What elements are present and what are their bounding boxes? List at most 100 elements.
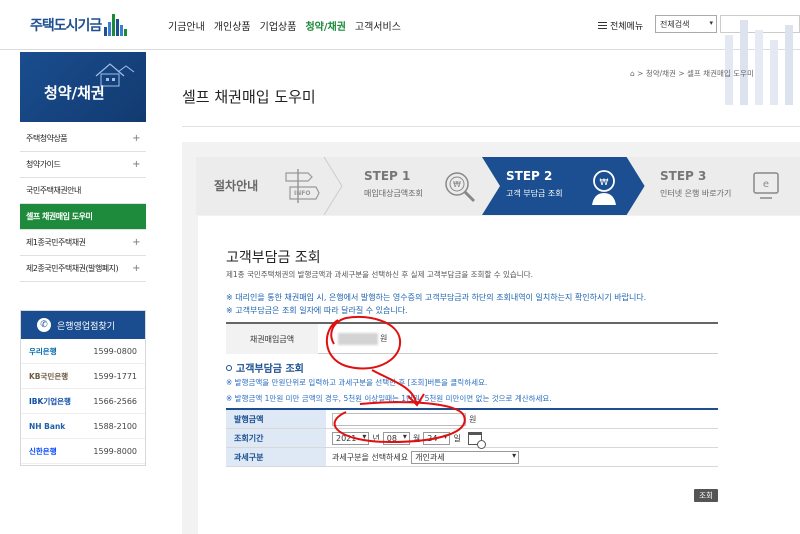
issue-amount-input[interactable] — [332, 412, 466, 426]
step-intro: 절차안내 INFO — [196, 157, 324, 215]
bank-phone: 1599-1771 — [93, 371, 137, 381]
notice-proxy: ※ 대리인을 통한 채권매입 시, 은행에서 발행하는 영수증의 고객부담금과 … — [226, 293, 647, 302]
sidebar-item-label: 제1종국민주택채권 — [26, 238, 86, 247]
step-1-title: STEP 1 — [364, 169, 411, 183]
year-select[interactable]: 2021 — [332, 431, 370, 445]
step-3-subtitle: 인터넷 은행 바로가기 — [660, 189, 732, 198]
step-1[interactable]: STEP 1 매입대상금액조회 ₩ — [346, 157, 482, 215]
nav-customer-service[interactable]: 고객서비스 — [355, 18, 401, 33]
issue-amount-unit: 원 — [469, 414, 477, 424]
internet-browser-icon: e — [753, 172, 779, 199]
svg-text:₩: ₩ — [600, 178, 609, 188]
bank-branch-finder: ✆ 은행영업점찾기 우리은행 1599-0800 KB국민은행 1599-177… — [20, 310, 146, 466]
day-unit: 일 — [453, 433, 461, 443]
breadcrumb[interactable]: ⌂ > 청약/채권 > 셀프 채권매입 도우미 — [630, 68, 754, 79]
plus-icon: + — [132, 263, 140, 274]
bank-name: IBK기업은행 — [29, 396, 71, 406]
period-label: 조회기간 — [226, 429, 326, 447]
bank-row-woori[interactable]: 우리은행 1599-0800 — [21, 339, 145, 364]
sidebar-item-type1-bond[interactable]: 제1종국민주택채권 + — [20, 230, 146, 256]
coin-magnifier-icon: ₩ — [445, 172, 476, 203]
nav-subscription-bonds[interactable]: 청약/채권 — [305, 18, 345, 33]
sidebar-item-self-bond-helper[interactable]: 셀프 채권매입 도우미 — [20, 204, 146, 230]
bank-row-shinhan[interactable]: 신한은행 1599-8000 — [21, 439, 145, 464]
section-description: 제1종 국민주택채권의 발행금액과 과세구분을 선택하신 후 실제 고객부담금을… — [226, 270, 533, 279]
bank-row-ibk[interactable]: IBK기업은행 1566-2566 — [21, 389, 145, 414]
all-menu-button[interactable]: 전체메뉴 — [598, 19, 643, 32]
bond-amount-value-blurred — [338, 333, 378, 345]
help-text-1: ※ 발행금액을 만원단위로 입력하고 과세구분을 선택한 후 [조회]버튼을 클… — [226, 378, 488, 387]
info-sign-text: INFO — [294, 190, 311, 197]
bank-name: NH Bank — [29, 421, 66, 431]
bank-finder-title: 은행영업점찾기 — [57, 321, 115, 332]
phone-icon: ✆ — [37, 318, 51, 332]
bond-amount-label: 채권매입금액 — [226, 324, 318, 354]
day-select[interactable]: 24 — [423, 431, 451, 445]
divider — [182, 126, 800, 127]
form-row-issue-amount: 발행금액 원 — [226, 410, 718, 429]
nav-fund-info[interactable]: 기금안내 — [168, 18, 205, 33]
decorative-grid-graphic — [725, 20, 793, 105]
tax-type-select[interactable]: 개인과세 — [411, 450, 520, 464]
bank-phone: 1599-0800 — [93, 346, 137, 356]
sidebar-item-bond-info[interactable]: 국민주택채권안내 — [20, 178, 146, 204]
subsection-title-text: 고객부담금 조회 — [236, 364, 304, 375]
bank-row-kb[interactable]: KB국민은행 1599-1771 — [21, 364, 145, 389]
all-menu-label: 전체메뉴 — [610, 22, 644, 32]
issue-amount-label: 발행금액 — [226, 410, 326, 428]
plus-icon: + — [132, 159, 140, 170]
sidebar-item-label: 셀프 채권매입 도우미 — [26, 212, 93, 221]
bond-amount-unit: 원 — [380, 334, 388, 343]
nav-corporate-products[interactable]: 기업상품 — [260, 18, 297, 33]
bank-row-nh[interactable]: NH Bank 1588-2100 — [21, 414, 145, 439]
bond-purchase-amount-box: 채권매입금액 원 — [226, 322, 718, 354]
site-logo[interactable]: 주택도시기금 — [30, 12, 128, 38]
bank-name: KB국민은행 — [29, 371, 69, 381]
year-unit: 년 — [372, 433, 380, 443]
step-2[interactable]: STEP 2 고객 부담금 조회 ₩ — [500, 157, 630, 215]
calendar-icon[interactable] — [467, 431, 486, 449]
bank-phone: 1599-8000 — [93, 446, 137, 456]
sidebar-item-label: 주택청약상품 — [26, 134, 68, 143]
form-row-period: 조회기간 2021 년 08 월 24 일 — [226, 429, 718, 449]
bank-phone: 1566-2566 — [93, 396, 137, 406]
sidebar-item-label: 제2종국민주택채권(발행폐지) — [26, 264, 119, 273]
step-navigation: 절차안내 INFO STEP 1 매입대상금액조회 ₩ STEP 2 고객 부담… — [196, 157, 800, 215]
bullet-icon — [226, 364, 232, 371]
issue-amount-cell: 원 — [326, 412, 477, 426]
sidebar-item-subscription-guide[interactable]: 청약가이드 + — [20, 152, 146, 178]
sidebar-header: 청약/채권 — [20, 52, 146, 122]
month-select[interactable]: 08 — [382, 431, 410, 445]
main-nav: 기금안내 개인상품 기업상품 청약/채권 고객서비스 — [168, 18, 401, 33]
signpost-icon — [285, 169, 320, 203]
bank-name: 우리은행 — [29, 346, 57, 356]
step-2-title: STEP 2 — [506, 169, 553, 183]
tax-type-label: 과세구분 — [226, 448, 326, 466]
subsection-title: 고객부담금 조회 — [226, 360, 304, 375]
tax-type-cell: 과세구분을 선택하세요 개인과세 — [326, 450, 520, 464]
period-cell: 2021 년 08 월 24 일 — [326, 431, 486, 449]
notice-date-dependency: ※ 고객부담금은 조회 일자에 따라 달라질 수 있습니다. — [226, 306, 408, 315]
step-2-subtitle: 고객 부담금 조회 — [506, 189, 563, 198]
month-unit: 월 — [412, 433, 421, 443]
step-1-subtitle: 매입대상금액조회 — [364, 189, 423, 198]
form-row-tax-type: 과세구분 과세구분을 선택하세요 개인과세 — [226, 448, 718, 467]
logo-text: 주택도시기금 — [30, 18, 102, 34]
nav-personal-products[interactable]: 개인상품 — [214, 18, 251, 33]
hamburger-icon — [598, 22, 607, 29]
sidebar-item-type2-bond[interactable]: 제2종국민주택채권(발행폐지) + — [20, 256, 146, 282]
svg-text:e: e — [763, 179, 769, 190]
help-text-2: ※ 발행금액 1만원 미만 금액의 경우, 5천원 이상일때는 1만원, 5천원… — [226, 394, 552, 403]
step-3-title: STEP 3 — [660, 169, 707, 183]
bank-finder-header[interactable]: ✆ 은행영업점찾기 — [21, 311, 145, 339]
sidebar-item-subscription-products[interactable]: 주택청약상품 + — [20, 126, 146, 152]
sidebar-title: 청약/채권 — [44, 84, 105, 102]
search-button[interactable]: 조회 — [694, 489, 718, 502]
bank-name: 신한은행 — [29, 446, 57, 456]
sidebar-item-label: 청약가이드 — [26, 160, 61, 169]
svg-text:₩: ₩ — [453, 180, 461, 189]
sidebar-menu: 주택청약상품 + 청약가이드 + 국민주택채권안내 셀프 채권매입 도우미 제1… — [20, 126, 146, 282]
bank-phone: 1588-2100 — [93, 421, 137, 431]
step-3[interactable]: STEP 3 인터넷 은행 바로가기 e — [648, 157, 798, 215]
step-intro-label: 절차안내 — [214, 179, 259, 193]
